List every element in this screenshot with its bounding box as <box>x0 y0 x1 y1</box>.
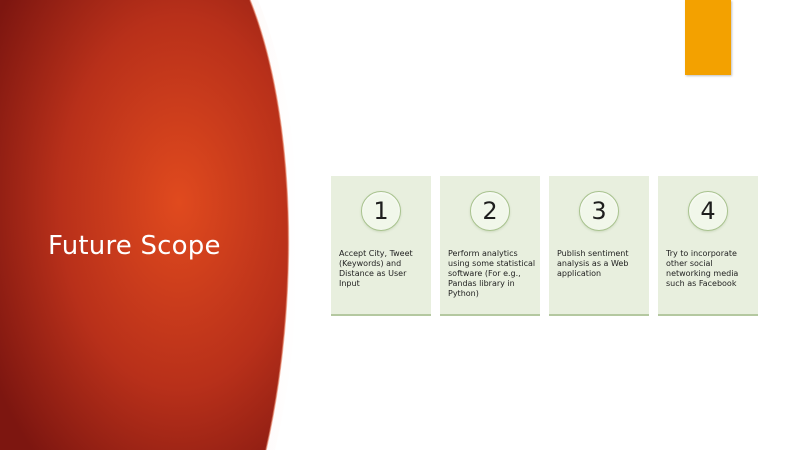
slide-title: Future Scope <box>48 231 221 261</box>
orange-accent-tab <box>685 0 731 75</box>
step-number-circle: 3 <box>579 191 619 231</box>
step-card-2: 2 Perform analytics using some statistic… <box>440 176 540 316</box>
step-description: Publish sentiment analysis as a Web appl… <box>557 249 629 278</box>
step-description: Try to incorporate other social networki… <box>666 249 739 288</box>
step-number-circle: 4 <box>688 191 728 231</box>
step-description: Accept City, Tweet (Keywords) and Distan… <box>339 249 413 288</box>
slide: Future Scope 1 Accept City, Tweet (Keywo… <box>0 0 800 450</box>
step-number-circle: 1 <box>361 191 401 231</box>
step-card-3: 3 Publish sentiment analysis as a Web ap… <box>549 176 649 316</box>
step-number-circle: 2 <box>470 191 510 231</box>
step-description: Perform analytics using some statistical… <box>448 249 536 298</box>
step-card-4: 4 Try to incorporate other social networ… <box>658 176 758 316</box>
step-card-1: 1 Accept City, Tweet (Keywords) and Dist… <box>331 176 431 316</box>
